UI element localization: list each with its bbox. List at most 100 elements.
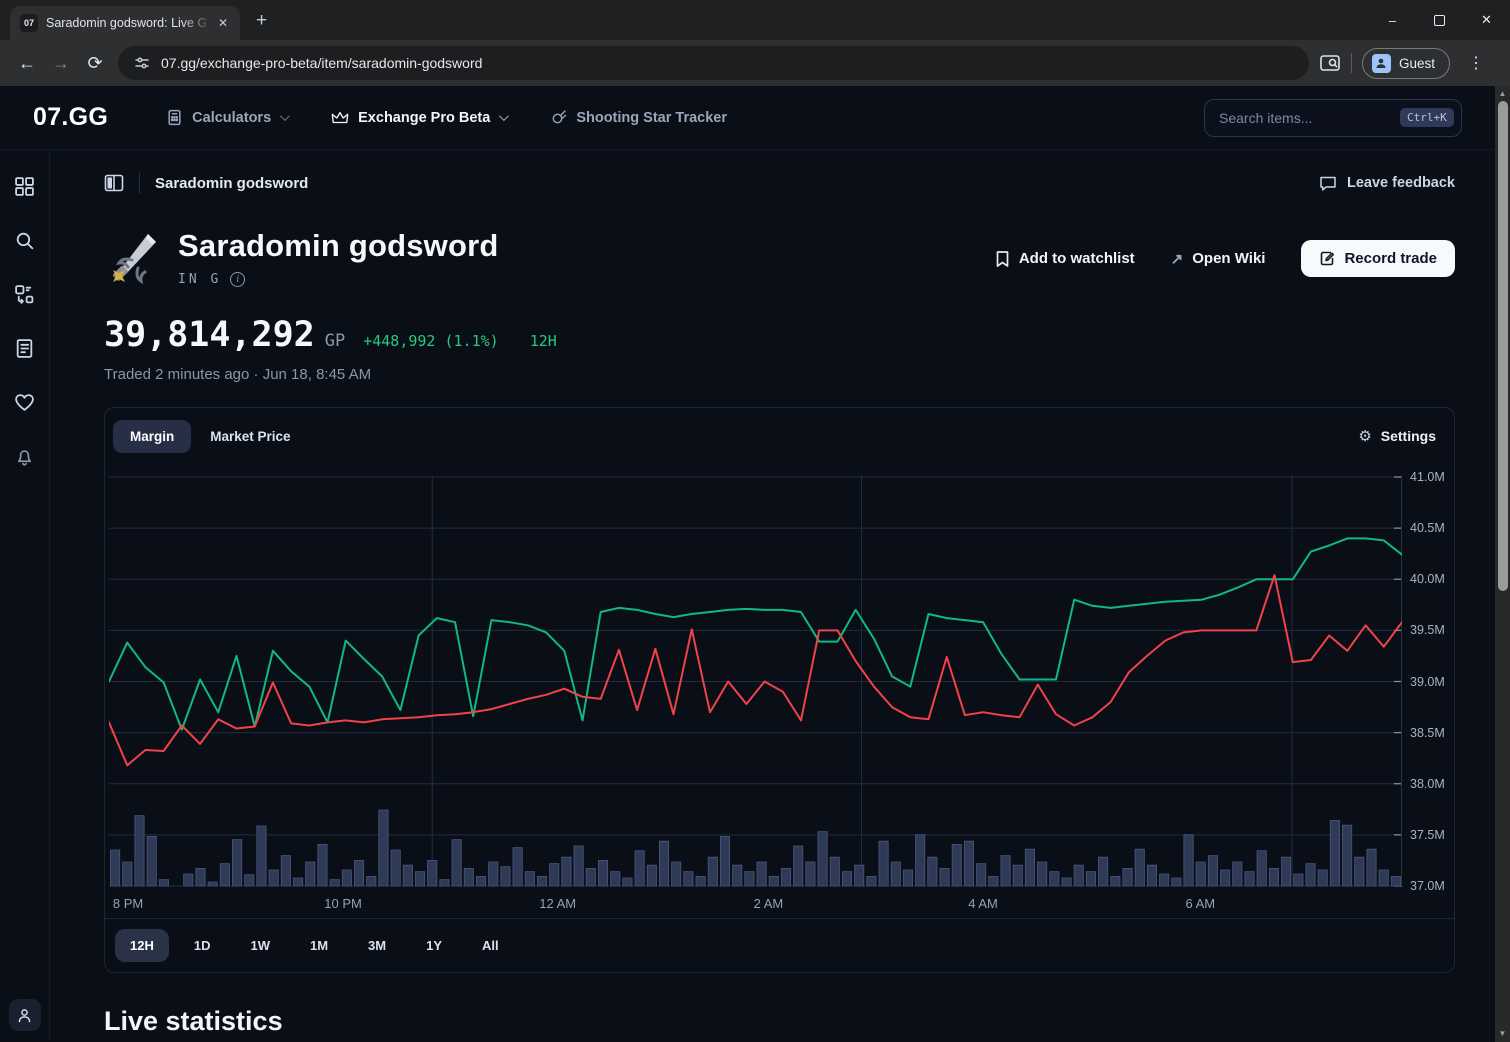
price-chart-svg[interactable] (109, 462, 1402, 892)
search-box[interactable]: Ctrl+K (1204, 99, 1462, 137)
leave-feedback-button[interactable]: Leave feedback (1319, 175, 1455, 192)
site-logo[interactable]: 07.GG (33, 103, 108, 132)
close-button[interactable]: ✕ (1463, 0, 1510, 40)
search-icon[interactable] (14, 230, 35, 251)
converter-swap-icon[interactable] (14, 284, 35, 305)
x-tick-label: 10 PM (324, 896, 362, 911)
record-trade-label: Record trade (1344, 250, 1437, 267)
y-tick-label: 38.5M (1410, 726, 1445, 740)
forward-button[interactable]: → (44, 46, 78, 80)
y-tick-label: 40.0M (1410, 572, 1445, 586)
maximize-button[interactable] (1416, 0, 1463, 40)
y-axis-labels: 41.0M40.5M40.0M39.5M39.0M38.5M38.0M37.5M… (1402, 462, 1454, 892)
crown-icon (331, 110, 349, 126)
chart-tab-market-price[interactable]: Market Price (193, 420, 307, 453)
x-tick-label: 2 AM (754, 896, 784, 911)
browser-menu-icon[interactable]: ⋮ (1460, 53, 1492, 73)
range-button-12h[interactable]: 12H (115, 929, 169, 962)
last-traded-text: Traded 2 minutes ago · Jun 18, 8:45 AM (104, 366, 1455, 383)
nav-label: Calculators (192, 110, 271, 126)
info-icon[interactable]: i (230, 272, 245, 287)
page: 07.GG Calculators Exchange Pro Beta (0, 86, 1510, 1042)
shooting-star-icon (550, 109, 567, 126)
person-icon (17, 1008, 32, 1023)
item-subtitle-text: IN G (178, 272, 221, 287)
browser-tab[interactable]: 07 Saradomin godsword: Live GE P ✕ (10, 6, 240, 40)
breadcrumb-item[interactable]: Saradomin godsword (155, 175, 308, 192)
chart-panel-header: MarginMarket Price ⚙ Settings (105, 408, 1454, 456)
address-bar[interactable]: 07.gg/exchange-pro-beta/item/saradomin-g… (118, 46, 1309, 80)
favorites-heart-icon[interactable] (14, 392, 35, 413)
tab-favicon: 07 (20, 14, 38, 32)
feedback-bubble-icon (1319, 175, 1337, 192)
page-scrollbar[interactable]: ▲ ▼ (1495, 86, 1510, 1042)
main-content: Saradomin godsword Leave feedback Sarado… (50, 150, 1510, 1041)
minimize-button[interactable]: – (1369, 0, 1416, 40)
scroll-down-icon[interactable]: ▼ (1499, 1026, 1507, 1041)
y-tick-label: 37.5M (1410, 828, 1445, 842)
chart-panel: MarginMarket Price ⚙ Settings 8 PM 10 PM 1… (104, 407, 1455, 973)
breadcrumb: Saradomin godsword Leave feedback (104, 172, 1455, 194)
account-button[interactable] (9, 999, 41, 1031)
logs-document-icon[interactable] (14, 338, 35, 359)
dashboard-grid-icon[interactable] (14, 176, 35, 197)
external-link-icon: ↗ (1171, 250, 1184, 268)
notifications-bell-icon[interactable] (14, 446, 35, 467)
range-button-all[interactable]: All (467, 929, 514, 962)
gear-icon: ⚙ (1358, 427, 1371, 445)
toolbar-right: Guest ⋮ (1319, 48, 1500, 79)
price-chart[interactable]: 8 PM10 PM12 AM2 AM4 AM6 AM (109, 462, 1402, 918)
search-input[interactable] (1219, 110, 1400, 126)
chevron-down-icon (280, 111, 290, 121)
x-tick-label: 6 AM (1185, 896, 1215, 911)
profile-avatar-icon (1372, 54, 1391, 73)
change-value: +448,992 (1.1%) (363, 332, 498, 350)
nav-shooting-star[interactable]: Shooting Star Tracker (550, 109, 727, 126)
profile-label: Guest (1399, 56, 1435, 71)
toolbar-separator (1351, 53, 1352, 73)
panel-toggle-icon[interactable] (104, 174, 124, 192)
x-tick-label: 12 AM (539, 896, 576, 911)
range-button-1m[interactable]: 1M (295, 929, 343, 962)
live-statistics-title: Live statistics (104, 1006, 1455, 1037)
profile-button[interactable]: Guest (1362, 48, 1450, 79)
breadcrumb-divider (139, 172, 140, 194)
maximize-icon (1434, 15, 1445, 26)
tab-close-icon[interactable]: ✕ (214, 14, 232, 32)
calculator-icon (166, 109, 183, 126)
nav-label: Shooting Star Tracker (576, 110, 727, 126)
range-button-1w[interactable]: 1W (235, 929, 285, 962)
range-button-1y[interactable]: 1Y (411, 929, 457, 962)
bookmark-icon (995, 250, 1010, 268)
range-button-3m[interactable]: 3M (353, 929, 401, 962)
scrollbar-thumb[interactable] (1498, 101, 1508, 591)
open-wiki-button[interactable]: ↗ Open Wiki (1171, 250, 1266, 268)
range-button-1d[interactable]: 1D (179, 929, 226, 962)
main-nav: Calculators Exchange Pro Beta Shooting S… (166, 109, 727, 126)
y-tick-label: 39.5M (1410, 623, 1445, 637)
nav-exchange-pro[interactable]: Exchange Pro Beta (331, 110, 506, 126)
record-trade-icon (1319, 250, 1335, 267)
settings-button[interactable]: ⚙ Settings (1358, 427, 1436, 445)
record-trade-button[interactable]: Record trade (1301, 240, 1455, 277)
item-price: 39,814,292 (104, 315, 315, 355)
add-to-watchlist-button[interactable]: Add to watchlist (995, 250, 1135, 268)
item-actions: Add to watchlist ↗ Open Wiki Record trad… (995, 240, 1455, 277)
site-controls-icon[interactable] (134, 55, 150, 71)
scroll-up-icon[interactable]: ▲ (1499, 86, 1507, 101)
reload-button[interactable]: ⟳ (78, 46, 112, 80)
chevron-down-icon (499, 111, 509, 121)
feedback-label: Leave feedback (1347, 175, 1455, 191)
item-icon (104, 230, 160, 286)
tab-strip: 07 Saradomin godsword: Live GE P ✕ + (0, 0, 1510, 40)
sidebar (0, 150, 50, 1041)
nav-calculators[interactable]: Calculators (166, 109, 287, 126)
open-wiki-label: Open Wiki (1192, 250, 1265, 267)
new-tab-button[interactable]: + (256, 10, 267, 32)
side-panel-search-icon[interactable] (1319, 53, 1341, 73)
y-tick-label: 38.0M (1410, 777, 1445, 791)
y-tick-label: 41.0M (1410, 470, 1445, 484)
x-tick-label: 8 PM (113, 896, 143, 911)
chart-tab-margin[interactable]: Margin (113, 420, 191, 453)
back-button[interactable]: ← (10, 46, 44, 80)
